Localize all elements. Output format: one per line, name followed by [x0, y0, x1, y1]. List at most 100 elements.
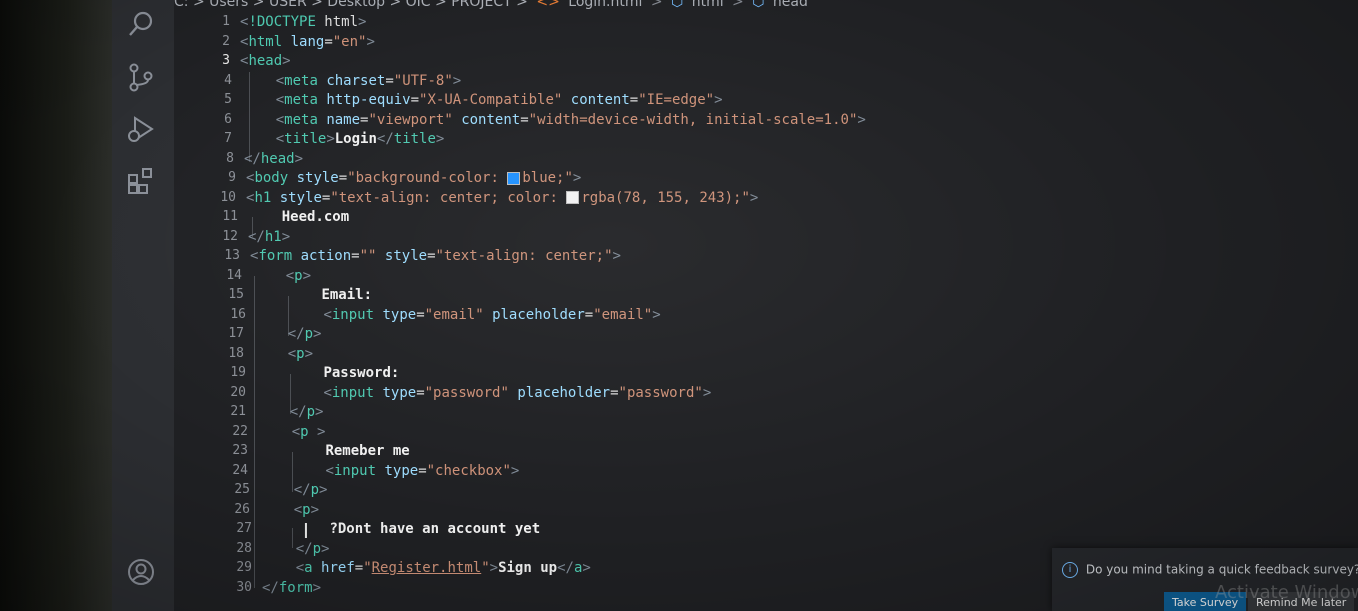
code-text[interactable]: </p>	[254, 324, 322, 344]
line-number: 4	[224, 72, 232, 88]
code-text[interactable]: <title>Login</title>	[242, 129, 445, 149]
code-text[interactable]: <input type="password" placeholder="pass…	[256, 383, 711, 403]
line-number: 27	[236, 521, 252, 536]
code-line[interactable]: 18 <p>	[188, 344, 1188, 364]
code-line[interactable]: 4 <meta charset="UTF-8">	[176, 71, 1176, 91]
code-text[interactable]: </head>	[244, 149, 303, 169]
code-text[interactable]: <form action="" style="text-align: cente…	[250, 246, 621, 266]
code-text[interactable]: <p>	[260, 500, 319, 520]
line-number: 29	[236, 560, 252, 575]
code-line[interactable]: 16 <input type="email" placeholder="emai…	[190, 305, 1190, 325]
code-text[interactable]: Email:	[254, 285, 372, 305]
code-text[interactable]: </h1>	[248, 227, 290, 247]
code-line[interactable]: 10 <h1 style="text-align: center; color: …	[180, 188, 1180, 208]
line-number: 30	[236, 579, 252, 595]
code-text[interactable]: Remeber me	[258, 441, 409, 461]
line-number: 13	[224, 248, 240, 263]
code-line[interactable]: 6 <meta name="viewport" content="width=d…	[176, 110, 1176, 130]
color-swatch[interactable]	[507, 171, 521, 185]
code-line[interactable]: 2 <html lang="en">	[174, 32, 1174, 52]
code-line[interactable]: 30 </form>	[196, 578, 1196, 598]
line-number: 1	[222, 14, 230, 29]
code-text[interactable]: <meta charset="UTF-8">	[242, 71, 462, 91]
code-line[interactable]: 21 </p>	[190, 402, 1190, 422]
run-debug-icon[interactable]	[126, 114, 156, 144]
code-line[interactable]: 26 <p>	[194, 500, 1194, 520]
code-line[interactable]: 13 <form action="" style="text-align: cen…	[184, 246, 1184, 266]
code-text[interactable]: Password:	[256, 363, 399, 383]
extensions-icon[interactable]	[126, 166, 156, 196]
code-text[interactable]: </form>	[262, 578, 321, 598]
breadcrumb-file[interactable]: Login.html	[568, 0, 642, 10]
code-text[interactable]: <h1 style="text-align: center; color: rg…	[246, 188, 758, 208]
code-line[interactable]: 22 <p >	[192, 422, 1192, 442]
element-icon: ⬡	[752, 0, 765, 10]
code-line[interactable]: 9 <body style="background-color: blue;">	[180, 168, 1180, 188]
code-text[interactable]: <head>	[240, 51, 291, 71]
code-text[interactable]: <input type="checkbox">	[258, 461, 519, 481]
code-text[interactable]: <meta name="viewport" content="width=dev…	[242, 110, 866, 130]
code-line[interactable]: 1 <!DOCTYPE html>	[174, 12, 1174, 32]
code-line[interactable]: 19 Password:	[190, 363, 1190, 383]
breadcrumb-html[interactable]: html	[692, 0, 724, 10]
source-control-icon[interactable]	[126, 62, 156, 92]
code-line[interactable]: 11 Heed.com	[182, 207, 1182, 227]
vscode-window: C: > Users > USER > Desktop > OIC > PROJ…	[0, 0, 1358, 611]
search-icon[interactable]	[126, 10, 156, 40]
code-text[interactable]: </p>	[260, 480, 328, 500]
code-text[interactable]: <a href="Register.html">Sign up</a>	[262, 558, 591, 578]
html-file-icon: <>	[536, 0, 560, 10]
text-cursor-icon: I	[303, 519, 309, 543]
code-line[interactable]: 25 </p>	[194, 480, 1194, 500]
chevron-right-icon: >	[650, 0, 663, 10]
account-icon[interactable]	[126, 557, 156, 587]
code-text[interactable]: <p>	[252, 266, 311, 286]
line-number: 3	[222, 53, 230, 68]
code-text[interactable]: <input type="email" placeholder="email">	[256, 305, 660, 325]
line-number: 14	[226, 267, 242, 283]
code-editor[interactable]: C: > Users > USER > Desktop > OIC > PROJ…	[174, 0, 1358, 611]
code-line[interactable]: 28 </p>	[196, 539, 1196, 559]
code-line[interactable]: 29 <a href="Register.html">Sign up</a>	[196, 558, 1196, 578]
code-text[interactable]: Heed.com	[248, 207, 349, 227]
line-number: 19	[230, 365, 246, 380]
breadcrumb-head[interactable]: head	[773, 0, 808, 10]
code-line[interactable]: 12 </h1>	[182, 227, 1182, 247]
line-number: 20	[230, 384, 246, 400]
line-number: 23	[232, 443, 248, 458]
line-number: 6	[224, 111, 232, 127]
code-text[interactable]: <html lang="en">	[240, 32, 375, 52]
element-icon: ⬡	[671, 0, 684, 10]
code-line[interactable]: 27 ?Dont have an account yet	[196, 519, 1196, 539]
activate-windows-watermark: Activate Windows	[1215, 582, 1358, 603]
code-line[interactable]: 8 </head>	[178, 149, 1178, 169]
code-line[interactable]: 14 <p>	[186, 266, 1186, 286]
breadcrumb-path[interactable]: C: > Users > USER > Desktop > OIC > PROJ…	[174, 0, 528, 10]
code-text[interactable]: <p >	[258, 422, 326, 442]
code-text[interactable]: <!DOCTYPE html>	[240, 12, 366, 32]
line-number: 18	[228, 345, 244, 361]
line-number: 12	[222, 228, 238, 244]
code-line[interactable]: 7 <title>Login</title>	[176, 129, 1176, 149]
color-swatch[interactable]	[566, 191, 580, 204]
code-line[interactable]: 24 <input type="checkbox">	[192, 461, 1192, 481]
line-number: 25	[234, 482, 250, 497]
line-number: 10	[220, 189, 236, 205]
code-text[interactable]: </p>	[256, 402, 324, 422]
code-line[interactable]: 23 Remeber me	[192, 441, 1192, 461]
line-number: 17	[228, 326, 244, 341]
code-line[interactable]: 20 <input type="password" placeholder="p…	[190, 383, 1190, 403]
code-text[interactable]: <meta http-equiv="X-UA-Compatible" conte…	[242, 90, 723, 110]
code-line[interactable]: 17 </p>	[188, 324, 1188, 344]
chevron-right-icon: >	[732, 0, 744, 10]
line-number: 5	[224, 92, 232, 107]
line-number: 16	[230, 306, 246, 322]
code-line[interactable]: 15 Email:	[188, 285, 1188, 305]
line-number: 26	[234, 501, 250, 517]
code-line[interactable]: 3 <head>	[174, 51, 1174, 71]
code-text[interactable]: <p>	[254, 344, 313, 364]
code-text[interactable]: </p>	[262, 539, 330, 559]
code-text[interactable]: <body style="background-color: blue;">	[246, 168, 581, 188]
line-number: 22	[232, 423, 248, 439]
code-line[interactable]: 5 <meta http-equiv="X-UA-Compatible" con…	[176, 90, 1176, 110]
